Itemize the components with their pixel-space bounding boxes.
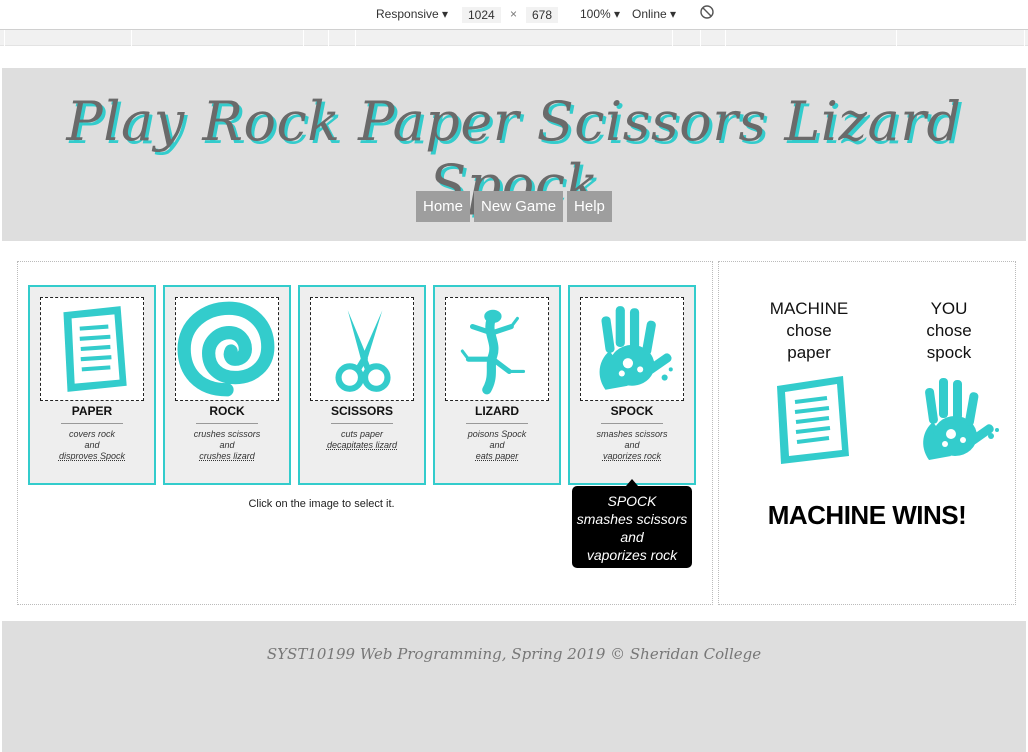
- card-name: PAPER: [71, 404, 113, 418]
- height-input[interactable]: 678: [526, 7, 559, 23]
- machine-line: chose: [786, 321, 832, 340]
- desc-line: decapitates lizard: [326, 440, 398, 450]
- hint-text: Click on the image to select it.: [248, 498, 395, 510]
- result-panel: MACHINE chose paper YOU chose spock MACH…: [718, 261, 1016, 605]
- times-sign: ×: [510, 7, 518, 21]
- site-footer: SYST10199 Web Programming, Spring 2019 ©…: [2, 621, 1026, 752]
- nav-new-game-button[interactable]: New Game: [474, 191, 564, 222]
- card-name: LIZARD: [475, 404, 519, 418]
- machine-line: paper: [787, 343, 831, 362]
- lizard-icon[interactable]: [445, 297, 549, 401]
- desc-line: and: [219, 440, 235, 450]
- zoom-label: 100%: [580, 7, 611, 21]
- tooltip-line: SPOCK: [607, 493, 657, 509]
- footer-text: SYST10199 Web Programming, Spring 2019 ©…: [266, 645, 762, 663]
- card-description: smashes scissors and vaporizes rock: [570, 429, 694, 462]
- card-divider: [466, 423, 528, 424]
- site-header: Play Rock Paper Scissors Lizard Spock Ho…: [2, 68, 1026, 241]
- desc-line: vaporizes rock: [602, 451, 662, 461]
- zoom-select[interactable]: 100% ▾: [580, 7, 620, 21]
- page: Play Rock Paper Scissors Lizard Spock Ho…: [2, 68, 1026, 752]
- card-paper[interactable]: PAPER covers rock and disproves Spock: [28, 285, 156, 485]
- desc-line: cuts paper: [340, 429, 384, 439]
- device-label: Responsive: [376, 7, 439, 21]
- card-lizard[interactable]: LIZARD poisons Spock and eats paper: [433, 285, 561, 485]
- devtools-toolbar: Responsive ▾ 1024 × 678 100% ▾ Online ▾: [0, 0, 1028, 30]
- card-description: covers rock and disproves Spock: [30, 429, 154, 462]
- desc-line: covers rock: [68, 429, 115, 439]
- device-select[interactable]: Responsive ▾: [376, 7, 448, 21]
- spock-tooltip: SPOCK smashes scissors and vaporizes roc…: [572, 479, 692, 568]
- paper-icon[interactable]: [40, 297, 144, 401]
- desc-line: eats paper: [475, 451, 519, 461]
- card-name: SPOCK: [610, 404, 654, 418]
- card-description: poisons Spock and eats paper: [435, 429, 559, 462]
- scissors-icon[interactable]: [310, 297, 414, 401]
- card-description: crushes scissors and crushes lizard: [165, 429, 289, 462]
- desc-line: and: [489, 440, 505, 450]
- tooltip-line: vaporizes rock: [586, 547, 678, 563]
- desc-line: and: [624, 440, 640, 450]
- card-name: SCISSORS: [330, 404, 393, 418]
- desc-line: and: [84, 440, 100, 450]
- desc-line: crushes scissors: [193, 429, 261, 439]
- desc-line: disproves Spock: [58, 451, 126, 461]
- card-divider: [601, 423, 663, 424]
- card-rock[interactable]: ROCK crushes scissors and crushes lizard: [163, 285, 291, 485]
- main-nav: Home New Game Help: [416, 191, 612, 222]
- network-label: Online: [632, 7, 667, 21]
- card-divider: [196, 423, 258, 424]
- outcome-text: MACHINE WINS!: [767, 500, 967, 530]
- card-description: cuts paper decapitates lizard: [300, 429, 424, 451]
- choice-cards: PAPER covers rock and disproves Spock RO…: [28, 285, 696, 485]
- card-scissors[interactable]: SCISSORS cuts paper decapitates lizard: [298, 285, 426, 485]
- card-name: ROCK: [209, 404, 245, 418]
- you-line: YOU: [930, 299, 968, 318]
- you-spock-icon: [905, 370, 1005, 470]
- machine-choice-text: MACHINE chose paper: [749, 298, 869, 364]
- desc-line: poisons Spock: [467, 429, 527, 439]
- you-choice-text: YOU chose spock: [889, 298, 1009, 364]
- choice-panel: PAPER covers rock and disproves Spock RO…: [17, 261, 713, 605]
- you-line: chose: [926, 321, 972, 340]
- media-query-bar[interactable]: [0, 30, 1028, 46]
- card-divider: [61, 423, 123, 424]
- desc-line: crushes lizard: [199, 451, 255, 461]
- tooltip-line: and: [620, 529, 644, 545]
- machine-paper-icon: [763, 370, 863, 470]
- spock-icon[interactable]: [580, 297, 684, 401]
- width-input[interactable]: 1024: [462, 7, 501, 23]
- tooltip-line: smashes scissors: [576, 511, 688, 527]
- card-divider: [331, 423, 393, 424]
- rock-icon[interactable]: [175, 297, 279, 401]
- network-select[interactable]: Online ▾: [632, 7, 676, 21]
- card-spock[interactable]: SPOCK smashes scissors and vaporizes roc…: [568, 285, 696, 485]
- desc-line: smashes scissors: [596, 429, 668, 439]
- you-line: spock: [926, 343, 972, 362]
- rotate-icon[interactable]: [700, 5, 714, 22]
- nav-home-button[interactable]: Home: [416, 191, 471, 222]
- nav-help-button[interactable]: Help: [567, 191, 612, 222]
- machine-line: MACHINE: [769, 299, 849, 318]
